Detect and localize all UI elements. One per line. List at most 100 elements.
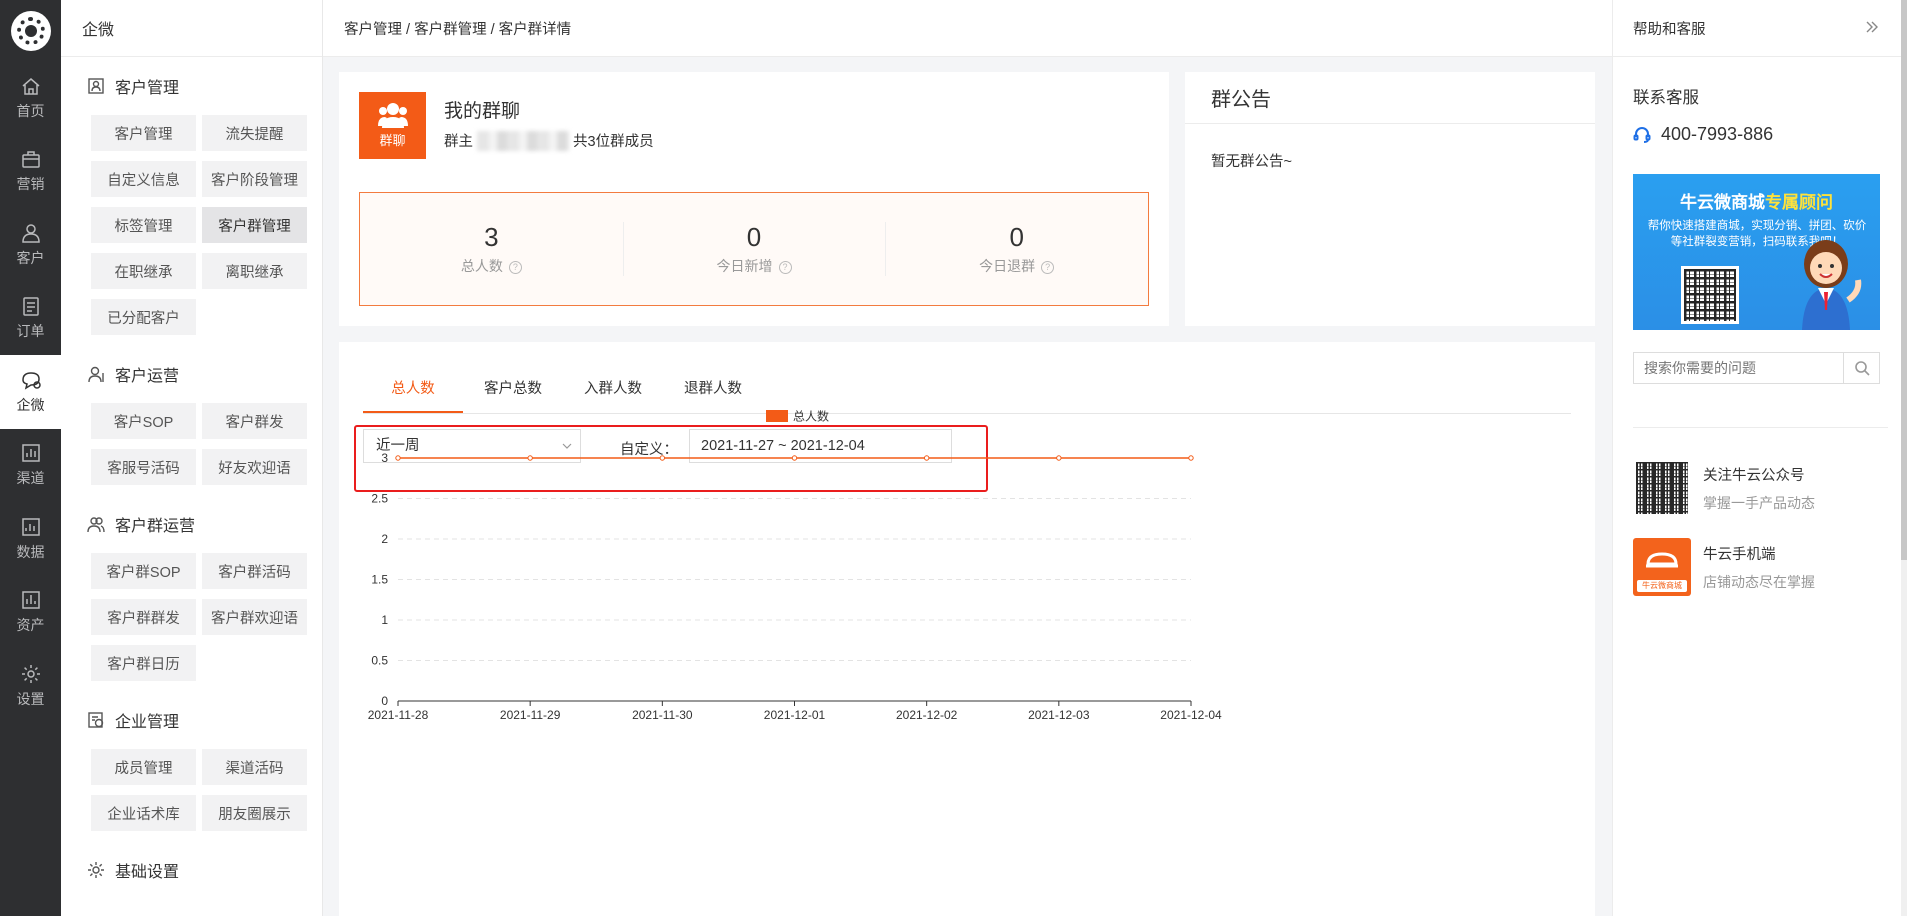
promo-wechat-account[interactable]: 关注牛云公众号 掌握一手产品动态: [1633, 459, 1815, 517]
sidebar-item[interactable]: 标签管理: [91, 207, 196, 243]
scrollbar-thumb[interactable]: [1901, 0, 1907, 560]
sidebar-group-label: 客户群运营: [115, 518, 196, 535]
sidebar-item[interactable]: 客户群活码: [202, 553, 307, 589]
sidebar-item[interactable]: 成员管理: [91, 749, 196, 785]
sidebar-item[interactable]: 企业话术库: [91, 795, 196, 831]
sidebar-item[interactable]: 在职继承: [91, 253, 196, 289]
group-owner: 群主 共3位群成员: [444, 130, 654, 151]
help-header: 帮助和客服: [1613, 0, 1907, 57]
x-tick-label: 2021-11-28: [368, 708, 429, 722]
rail-item-0[interactable]: 首页: [0, 61, 61, 135]
stat-new-today: 0 今日新增?: [622, 222, 886, 276]
rail-item-label: 企微: [16, 396, 45, 413]
sidebar-item[interactable]: 朋友圈展示: [202, 795, 307, 831]
legend-label: 总人数: [793, 409, 829, 424]
y-tick-label: 0: [381, 694, 388, 708]
sidebar-group-label: 客户管理: [115, 80, 180, 97]
sidebar-item[interactable]: 客户阶段管理: [202, 161, 307, 197]
service-phone[interactable]: 400-7993-886: [1633, 124, 1773, 145]
user-icon: [21, 224, 40, 243]
rail-item-8[interactable]: 设置: [0, 649, 61, 723]
sidebar-item[interactable]: 客户群欢迎语: [202, 599, 307, 635]
data-point: [659, 455, 666, 461]
sidebar-group-title[interactable]: 客户运营: [87, 345, 322, 403]
sidebar-title: 企微: [61, 0, 322, 57]
service-phone-number: 400-7993-886: [1661, 124, 1774, 144]
rail-item-6[interactable]: 数据: [0, 502, 61, 576]
consultant-banner[interactable]: 牛云微商城专属顾问 帮你快速搭建商城，实现分销、拼团、砍价等社群裂变营销，扫码联…: [1633, 174, 1880, 330]
bar-chart-icon: [21, 444, 40, 462]
sidebar-group: 客户运营客户SOP 客户群发 客服号活码 好友欢迎语: [61, 345, 322, 485]
home-icon: [22, 77, 39, 95]
help-question-icon[interactable]: ?: [778, 261, 792, 274]
sidebar-item[interactable]: 客户群SOP: [91, 553, 196, 589]
data-point: [791, 455, 798, 461]
promo-mobile-app[interactable]: 牛云微商城 牛云手机端 店铺动态尽在掌握: [1633, 538, 1815, 596]
group-info-card: 群聊 我的群聊 群主 共3位群成员 3 总人数? 0 今日新增? 0 今日退群?: [339, 72, 1169, 326]
help-question-icon[interactable]: ?: [508, 261, 522, 274]
notice-text: 暂无群公告~: [1211, 154, 1292, 170]
page-scrollbar[interactable]: [1901, 0, 1907, 916]
order-icon: [22, 297, 39, 316]
rail-item-2[interactable]: 客户: [0, 208, 61, 282]
sidebar-group-label: 客户运营: [115, 368, 180, 385]
y-tick-label: 1: [381, 613, 388, 627]
sidebar-item[interactable]: 流失提醒: [202, 115, 307, 151]
asset-icon: [21, 591, 40, 609]
sidebar-group: 客户群运营客户群SOP 客户群活码 客户群群发 客户群欢迎语 客户群日历: [61, 495, 322, 681]
rail-item-1[interactable]: 营销: [0, 135, 61, 209]
rail-item-7[interactable]: 资产: [0, 576, 61, 650]
sidebar-group-title[interactable]: 企业管理: [87, 691, 322, 749]
sidebar-item[interactable]: 客户群管理: [202, 207, 307, 243]
help-search-input[interactable]: [1634, 353, 1843, 383]
data-point: [527, 455, 533, 461]
help-question-icon[interactable]: ?: [1041, 261, 1055, 274]
app-logo[interactable]: [0, 0, 61, 61]
sidebar-item[interactable]: 好友欢迎语: [202, 449, 307, 485]
sidebar-group: 客户管理 客户管理 流失提醒 自定义信息 客户阶段管理 标签管理 客户群管理 在职继承 离职继承…: [61, 57, 322, 335]
stat-value: 3: [484, 222, 499, 252]
sidebar-group-title[interactable]: 客户群运营: [87, 495, 322, 553]
sidebar-group-title[interactable]: 客户管理: [87, 57, 322, 115]
help-search: [1633, 352, 1880, 384]
rail-item-label: 数据: [16, 543, 45, 560]
app-icon-tag: 牛云微商城: [1637, 580, 1687, 592]
sidebar-item[interactable]: 客服号活码: [91, 449, 196, 485]
sidebar-item[interactable]: 客户群发: [202, 403, 307, 439]
banner-title: 牛云微商城专属顾问: [1633, 188, 1880, 213]
qr-code-icon: [1633, 459, 1691, 517]
sidebar-item[interactable]: 已分配客户: [91, 299, 196, 335]
logo-icon: [10, 10, 51, 51]
promo-title: 牛云手机端: [1703, 546, 1776, 563]
promo-subtitle: 店铺动态尽在掌握: [1703, 573, 1815, 590]
sidebar-item[interactable]: 客户SOP: [91, 403, 196, 439]
sidebar-item[interactable]: 离职继承: [202, 253, 307, 289]
rail-item-label: 订单: [16, 323, 45, 340]
search-button[interactable]: [1843, 353, 1879, 383]
search-icon: [1854, 361, 1870, 376]
rail-item-3[interactable]: 订单: [0, 282, 61, 356]
group-owner-prefix: 群主: [444, 134, 473, 150]
collapse-panel-button[interactable]: [1865, 20, 1879, 34]
double-chevron-right-icon: [1866, 21, 1878, 33]
sidebar-item[interactable]: 自定义信息: [91, 161, 196, 197]
line-chart: 0 0.5 1 1.5 2 2.5 3 2021-11-28 2021-11-29 2021-11…: [368, 409, 1222, 723]
sidebar-item[interactable]: 客户群群发: [91, 599, 196, 635]
stat-label: 今日新增: [716, 258, 773, 274]
rail-item-4[interactable]: 企微: [0, 355, 61, 429]
y-tick-label: 1.5: [371, 573, 388, 587]
data-point: [395, 455, 401, 461]
stat-label: 总人数: [460, 258, 503, 274]
sidebar-group-items: 客户SOP 客户群发 客服号活码 好友欢迎语: [87, 403, 322, 485]
sidebar-item[interactable]: 客户管理: [91, 115, 196, 151]
sidebar-item[interactable]: 渠道活码: [202, 749, 307, 785]
group-name: 我的群聊: [444, 101, 521, 122]
rail-item-5[interactable]: 渠道: [0, 429, 61, 503]
sidebar-group-items: 客户管理 流失提醒 自定义信息 客户阶段管理 标签管理 客户群管理 在职继承 离职继承 已分配客…: [87, 115, 322, 335]
sidebar-group-title[interactable]: 基础设置: [87, 841, 322, 899]
notice-title: 群公告: [1185, 72, 1595, 124]
sidebar-item[interactable]: 客户群日历: [91, 645, 196, 681]
rail-item-label: 渠道: [16, 470, 45, 487]
sidebar-group-label: 企业管理: [115, 714, 180, 731]
group-notice-card: 群公告 暂无群公告~: [1185, 72, 1595, 326]
